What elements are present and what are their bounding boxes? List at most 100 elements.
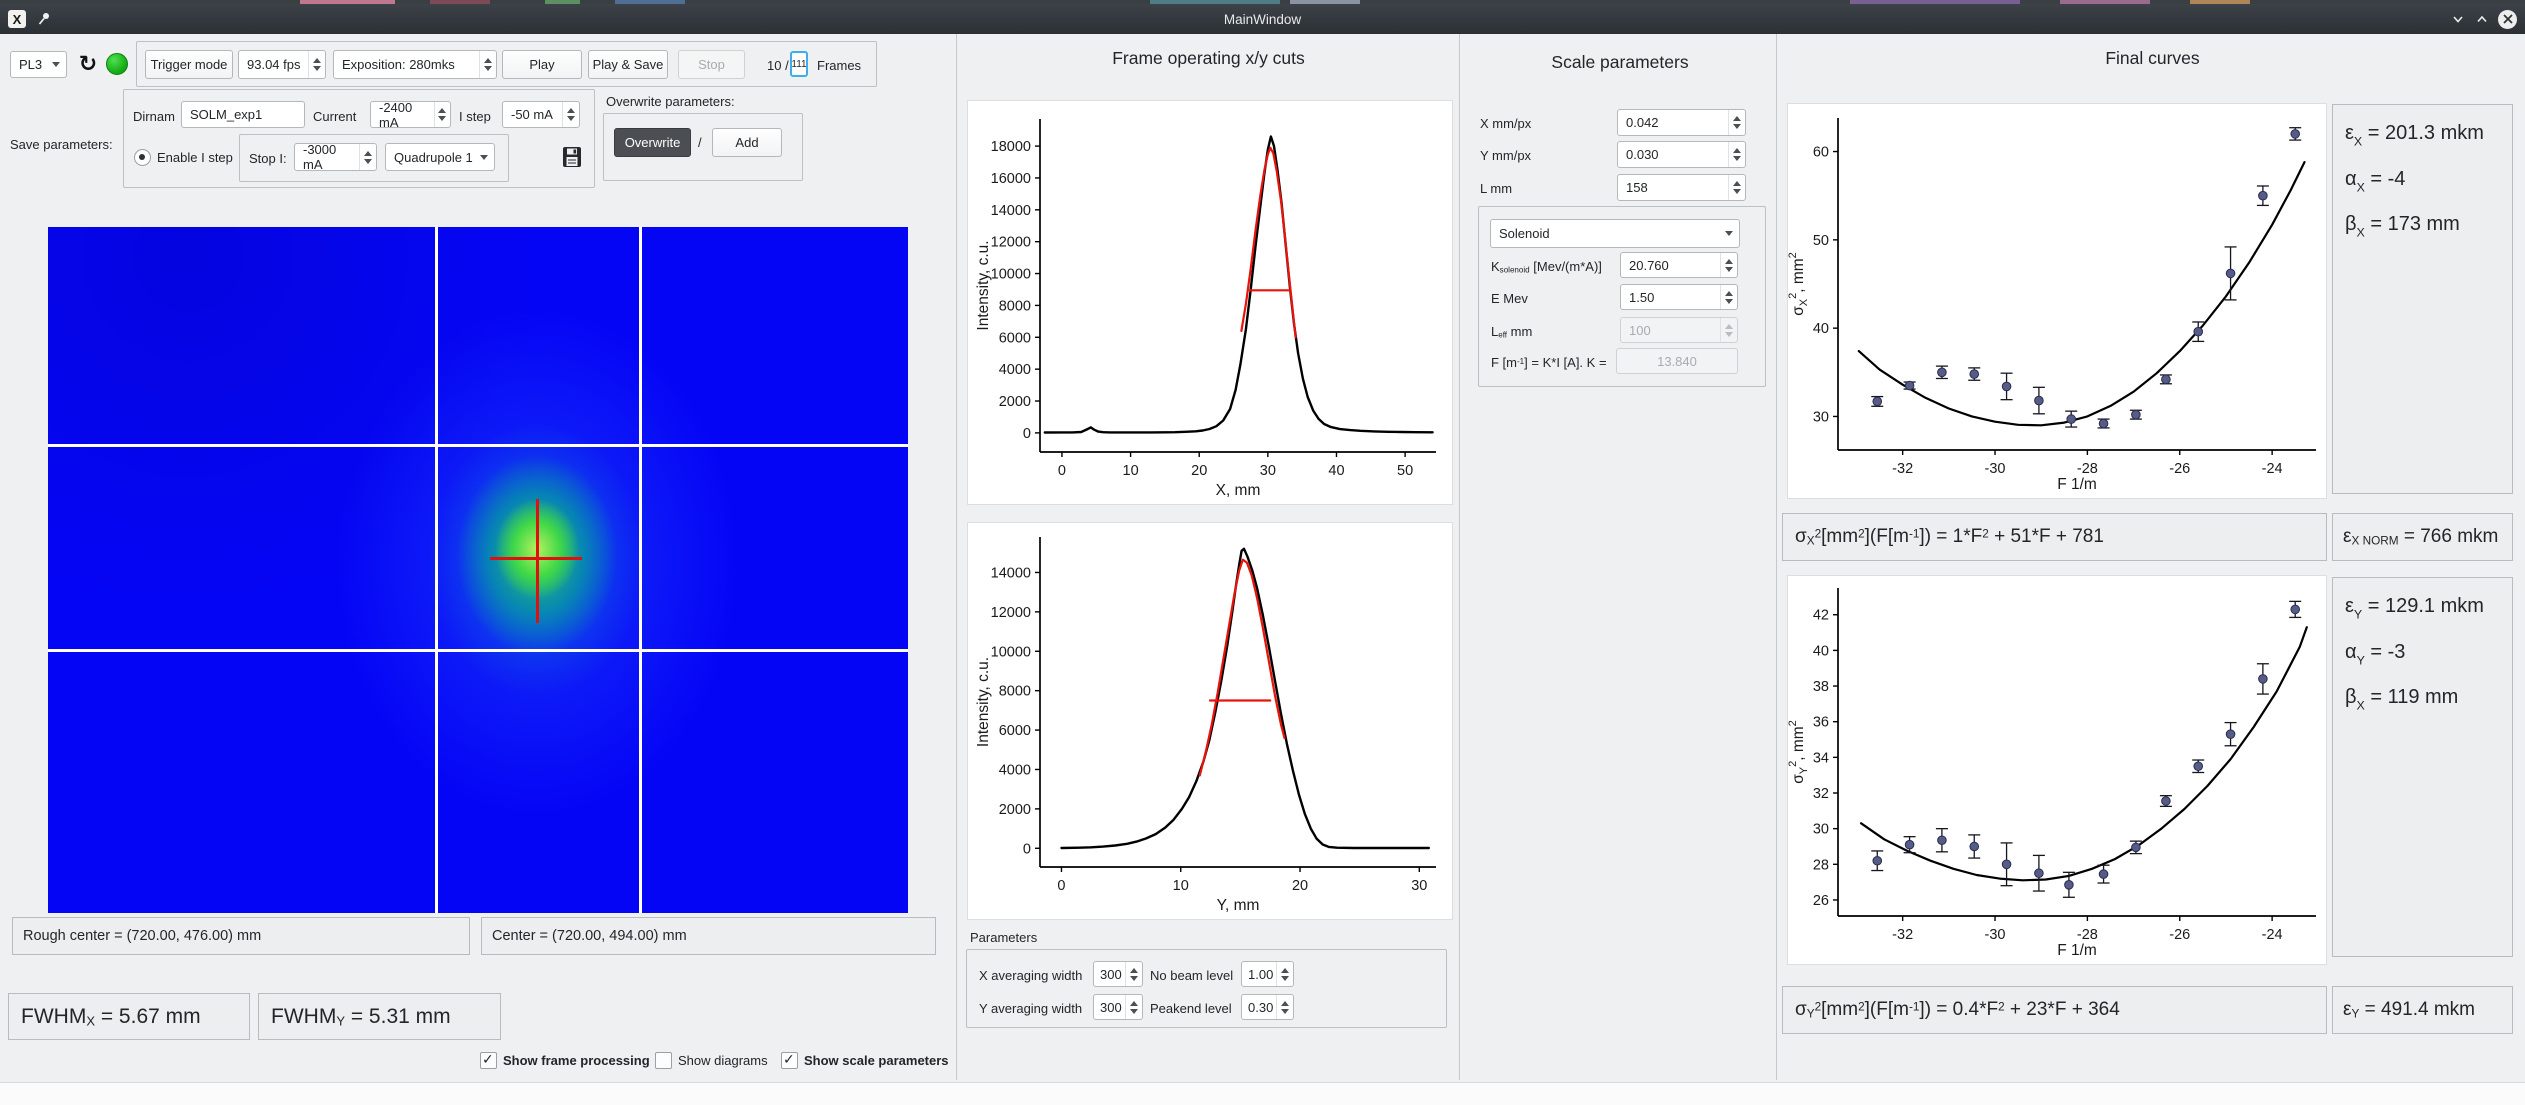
spin-arrows-icon[interactable]: [1728, 175, 1745, 200]
fwhm-x-box: FWHMX = 5.67 mm: [8, 993, 250, 1040]
y-averaging-label: Y averaging width: [979, 1001, 1083, 1016]
add-button[interactable]: Add: [712, 128, 782, 157]
fps-spinbox[interactable]: 93.04 fps: [238, 50, 326, 79]
spin-arrows-icon[interactable]: [1276, 995, 1293, 1019]
save-parameters-label: Save parameters:: [10, 137, 113, 152]
e-mev-label: E Mev: [1491, 291, 1528, 306]
dirnam-label: Dirnam: [133, 109, 175, 124]
stop-i-spinbox[interactable]: -3000 mA: [294, 142, 377, 172]
frames-input[interactable]: 111: [790, 51, 808, 77]
close-icon[interactable]: [2498, 9, 2517, 29]
spin-arrows-icon[interactable]: [1720, 253, 1737, 277]
frame-counter-label: 10 /: [767, 58, 789, 73]
svg-text:F 1/m: F 1/m: [2057, 942, 2097, 959]
istep-spinbox[interactable]: -50 mA: [502, 101, 580, 128]
spin-arrows-icon[interactable]: [479, 51, 496, 78]
show-frame-processing-checkbox[interactable]: Show frame processing: [480, 1051, 650, 1069]
svg-text:40: 40: [1328, 463, 1344, 479]
trigger-mode-button[interactable]: Trigger mode: [145, 50, 233, 79]
panel-separator[interactable]: [1459, 34, 1460, 1080]
beam-frame-image[interactable]: [48, 227, 908, 913]
checkbox-icon[interactable]: [655, 1052, 672, 1069]
rough-center-box: Rough center = (720.00, 476.00) mm: [12, 917, 470, 955]
spin-arrows-icon[interactable]: [1728, 110, 1745, 135]
y-mmpx-spinbox[interactable]: 0.030: [1617, 141, 1746, 168]
device-select[interactable]: PL3: [10, 51, 67, 78]
peakend-spinbox[interactable]: 0.30: [1241, 994, 1294, 1020]
spin-arrows-icon[interactable]: [1728, 142, 1745, 167]
x-mmpx-spinbox[interactable]: 0.042: [1617, 109, 1746, 136]
svg-text:2000: 2000: [999, 802, 1031, 818]
l-mm-spinbox[interactable]: 158: [1617, 174, 1746, 201]
svg-text:8000: 8000: [999, 298, 1031, 314]
minimize-icon[interactable]: [2450, 11, 2466, 27]
svg-text:0: 0: [1023, 841, 1031, 857]
spin-arrows-icon[interactable]: [1125, 995, 1142, 1019]
checkbox-icon[interactable]: [480, 1051, 497, 1069]
svg-text:36: 36: [1813, 715, 1829, 731]
k-solenoid-spinbox[interactable]: 20.760: [1620, 252, 1738, 278]
panel-separator[interactable]: [956, 34, 957, 1080]
magnet-select[interactable]: Quadrupole 1: [385, 143, 495, 171]
play-button[interactable]: Play: [502, 50, 582, 79]
sigma-x2-plot: -32 -30 -28 -26 -24 30 40 50 60 F 1/m σX2, mm2: [1787, 104, 2326, 498]
svg-text:30: 30: [1813, 409, 1829, 425]
grid-vline: [435, 227, 438, 913]
l-eff-spinbox[interactable]: 100: [1620, 317, 1738, 343]
current-spinbox[interactable]: -2400 mA: [370, 100, 451, 130]
svg-text:32: 32: [1813, 786, 1829, 802]
grid-vline: [639, 227, 642, 913]
checkbox-icon[interactable]: [781, 1051, 798, 1069]
svg-text:10: 10: [1173, 878, 1189, 894]
y-averaging-spinbox[interactable]: 300: [1093, 994, 1143, 1020]
show-diagrams-checkbox[interactable]: Show diagrams: [655, 1052, 768, 1069]
svg-text:40: 40: [1813, 321, 1829, 337]
show-scale-parameters-checkbox[interactable]: Show scale parameters: [781, 1051, 949, 1069]
spin-arrows-icon[interactable]: [562, 102, 579, 127]
ycut-plot: 0 10 20 30 0 2000 4000 6000 8000 10000 12000 14000 Y…: [968, 523, 1452, 919]
svg-text:28: 28: [1813, 857, 1829, 873]
save-disk-button[interactable]: [558, 142, 586, 172]
svg-text:6000: 6000: [999, 330, 1031, 346]
peakend-label: Peakend level: [1150, 1001, 1232, 1016]
panel-separator[interactable]: [1776, 34, 1777, 1080]
play-save-button[interactable]: Play & Save: [588, 50, 668, 79]
svg-text:20: 20: [1292, 878, 1308, 894]
svg-text:18000: 18000: [991, 139, 1031, 155]
center-cross-vbar: [536, 499, 539, 623]
dirnam-input[interactable]: SOLM_exp1: [181, 101, 305, 128]
spin-arrows-icon[interactable]: [1125, 962, 1142, 986]
svg-text:10: 10: [1123, 463, 1139, 479]
spin-arrows-icon[interactable]: [433, 102, 450, 127]
svg-text:Y, mm: Y, mm: [1217, 897, 1260, 914]
svg-text:-32: -32: [1892, 927, 1913, 943]
istep-label: I step: [459, 109, 491, 124]
ycut-plot-card: 0 10 20 30 0 2000 4000 6000 8000 10000 12000 14000 Y…: [967, 522, 1453, 920]
no-beam-spinbox[interactable]: 1.00: [1241, 961, 1294, 987]
radio-icon[interactable]: [134, 149, 151, 166]
svg-text:-30: -30: [1985, 461, 2006, 477]
e-mev-spinbox[interactable]: 1.50: [1620, 284, 1738, 310]
refresh-icon[interactable]: ↻: [74, 50, 102, 78]
titlebar: X MainWindow: [0, 4, 2525, 34]
x-averaging-spinbox[interactable]: 300: [1093, 961, 1143, 987]
svg-text:42: 42: [1813, 608, 1829, 624]
svg-text:-28: -28: [2077, 461, 2098, 477]
lens-select[interactable]: Solenoid: [1490, 219, 1740, 248]
y-mmpx-label: Y mm/px: [1480, 148, 1532, 163]
overwrite-button[interactable]: Overwrite: [614, 128, 691, 157]
xcut-plot: 0 10 20 30 40 50 0 2000 4000 6000 8000 10000 12000 14…: [968, 101, 1452, 504]
chevron-down-icon: [474, 144, 494, 170]
svg-text:-24: -24: [2262, 927, 2283, 943]
spin-arrows-icon[interactable]: [1276, 962, 1293, 986]
spin-arrows-icon[interactable]: [359, 144, 376, 170]
maximize-icon[interactable]: [2474, 11, 2490, 27]
spin-arrows-icon[interactable]: [308, 51, 325, 78]
stop-button[interactable]: Stop: [678, 50, 745, 79]
enable-istep-radio[interactable]: Enable I step: [134, 149, 233, 166]
svg-text:50: 50: [1397, 463, 1413, 479]
no-beam-label: No beam level: [1150, 968, 1234, 983]
spin-arrows-icon[interactable]: [1720, 285, 1737, 309]
exposition-spinbox[interactable]: Exposition: 280mks: [333, 50, 497, 79]
sigma-y2-plot-card: -32 -30 -28 -26 -24 26 28 30 32 34 36 38 40 42 F 1/m σY…: [1787, 575, 2327, 965]
